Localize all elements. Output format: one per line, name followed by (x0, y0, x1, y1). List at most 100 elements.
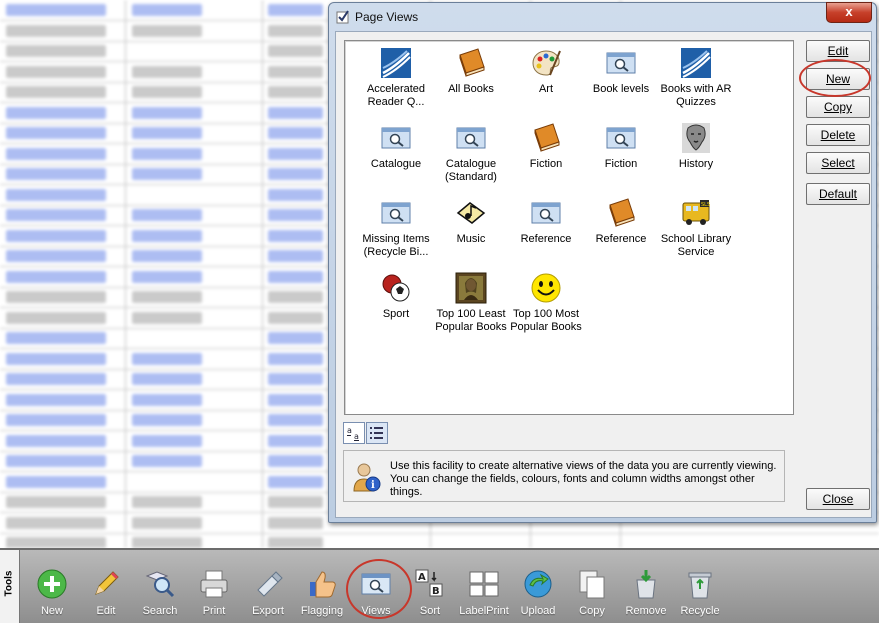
view-item[interactable]: Fiction (583, 122, 659, 194)
blurred-cell (6, 516, 106, 529)
view-item[interactable]: Top 100 Most Popular Books (508, 272, 584, 344)
blurred-cell (268, 45, 323, 57)
blurred-cell (6, 45, 106, 57)
list-icon (370, 427, 383, 439)
tool-labelprint-button[interactable]: LabelPrint (454, 556, 514, 620)
info-text: Use this facility to create alternative … (390, 460, 777, 498)
blurred-cell (6, 188, 106, 201)
large-icons-view-button[interactable]: a a (343, 422, 365, 444)
tool-export-button[interactable]: Export (238, 556, 298, 620)
view-item[interactable]: SLS School Library Service (658, 197, 734, 269)
tool-recycle-button[interactable]: Recycle (670, 556, 730, 620)
copy-button[interactable]: Copy (806, 96, 870, 118)
magnifier-window-icon (530, 197, 562, 229)
blurred-cell (132, 516, 202, 529)
view-item[interactable]: Music (433, 197, 509, 269)
blurred-cell (6, 4, 106, 16)
view-item[interactable]: Book levels (583, 47, 659, 119)
view-item[interactable]: Sport (358, 272, 434, 344)
tool-new-button[interactable]: New (22, 556, 82, 620)
dialog-titlebar[interactable]: Page Views x (329, 2, 876, 29)
svg-text:B: B (432, 586, 440, 597)
blurred-cell (268, 311, 323, 324)
view-item-label: School Library Service (660, 233, 732, 258)
delete-button[interactable]: Delete (806, 124, 870, 146)
tool-print-button[interactable]: Print (184, 556, 244, 620)
blurred-cell (268, 373, 323, 385)
view-item[interactable]: Catalogue (Standard) (433, 122, 509, 194)
view-item[interactable]: Reference (508, 197, 584, 269)
default-button[interactable]: Default (806, 183, 870, 205)
tool-label: Search (142, 605, 178, 617)
tool-search-button[interactable]: Search (130, 556, 190, 620)
blurred-cell (6, 147, 106, 160)
view-item[interactable]: Fiction (508, 122, 584, 194)
ar-logo-icon (680, 47, 712, 79)
view-item[interactable]: Reference (583, 197, 659, 269)
tool-label: Export (252, 605, 284, 617)
blurred-cell (268, 168, 323, 180)
view-item-label: Catalogue (370, 158, 422, 170)
tool-label: LabelPrint (459, 605, 509, 617)
view-item[interactable]: Books with AR Quizzes (658, 47, 734, 119)
view-item-label: Reference (595, 233, 647, 245)
view-item[interactable]: All Books (433, 47, 509, 119)
view-item[interactable]: Missing Items (Recycle Bi... (358, 197, 434, 269)
blurred-cell (6, 209, 106, 221)
blurred-cell (132, 291, 202, 303)
blurred-cell (268, 65, 323, 78)
view-item-label: Book levels (592, 83, 650, 95)
checkmark-icon (336, 10, 349, 24)
music-note-icon (455, 197, 487, 229)
svg-text:i: i (371, 480, 375, 491)
bus-icon: SLS (680, 197, 712, 229)
view-item-label: Books with AR Quizzes (660, 83, 732, 108)
blurred-cell (132, 496, 202, 508)
sort-icon: A B (414, 568, 446, 600)
view-item-label: Sport (382, 308, 410, 320)
blurred-cell (268, 332, 323, 344)
new-button[interactable]: New (806, 68, 870, 90)
blurred-cell (6, 455, 106, 467)
tool-upload-button[interactable]: Upload (508, 556, 568, 620)
views-list-panel[interactable]: Accelerated Reader Q... All Books Art Bo… (344, 40, 794, 415)
tool-remove-button[interactable]: Remove (616, 556, 676, 620)
view-item[interactable]: Top 100 Least Popular Books (433, 272, 509, 344)
dialog-title: Page Views (355, 10, 419, 24)
remove-icon (630, 568, 662, 600)
close-button[interactable]: Close (806, 488, 870, 510)
views-icon (360, 568, 392, 600)
blurred-cell (132, 147, 202, 160)
blurred-cell (268, 86, 323, 98)
close-window-button[interactable]: x (826, 2, 872, 23)
copy-icon (576, 568, 608, 600)
blurred-cell (132, 373, 202, 385)
tool-sort-button[interactable]: A B Sort (400, 556, 460, 620)
magnifier-window-icon (380, 122, 412, 154)
select-button[interactable]: Select (806, 152, 870, 174)
blurred-cell (268, 516, 323, 529)
view-item[interactable]: History (658, 122, 734, 194)
blurred-cell (268, 188, 323, 201)
magnifier-window-icon (455, 122, 487, 154)
tool-flagging-button[interactable]: Flagging (292, 556, 352, 620)
statue-icon (680, 122, 712, 154)
tool-views-button[interactable]: Views (346, 556, 406, 620)
blurred-cell (6, 475, 106, 488)
view-item[interactable]: Accelerated Reader Q... (358, 47, 434, 119)
tools-tab[interactable]: Tools (0, 550, 20, 623)
blurred-cell (268, 127, 323, 139)
svg-text:A: A (418, 572, 426, 583)
edit-button[interactable]: Edit (806, 40, 870, 62)
tool-label: Print (202, 605, 226, 617)
tool-copy-button[interactable]: Copy (562, 556, 622, 620)
tool-label: Recycle (680, 605, 720, 617)
magnifier-window-icon (605, 122, 637, 154)
tool-edit-button[interactable]: Edit (76, 556, 136, 620)
svg-text:a: a (347, 426, 352, 435)
blurred-cell (6, 127, 106, 139)
view-item[interactable]: Catalogue (358, 122, 434, 194)
blurred-cell (6, 86, 106, 98)
details-view-button[interactable] (366, 422, 388, 444)
view-item[interactable]: Art (508, 47, 584, 119)
